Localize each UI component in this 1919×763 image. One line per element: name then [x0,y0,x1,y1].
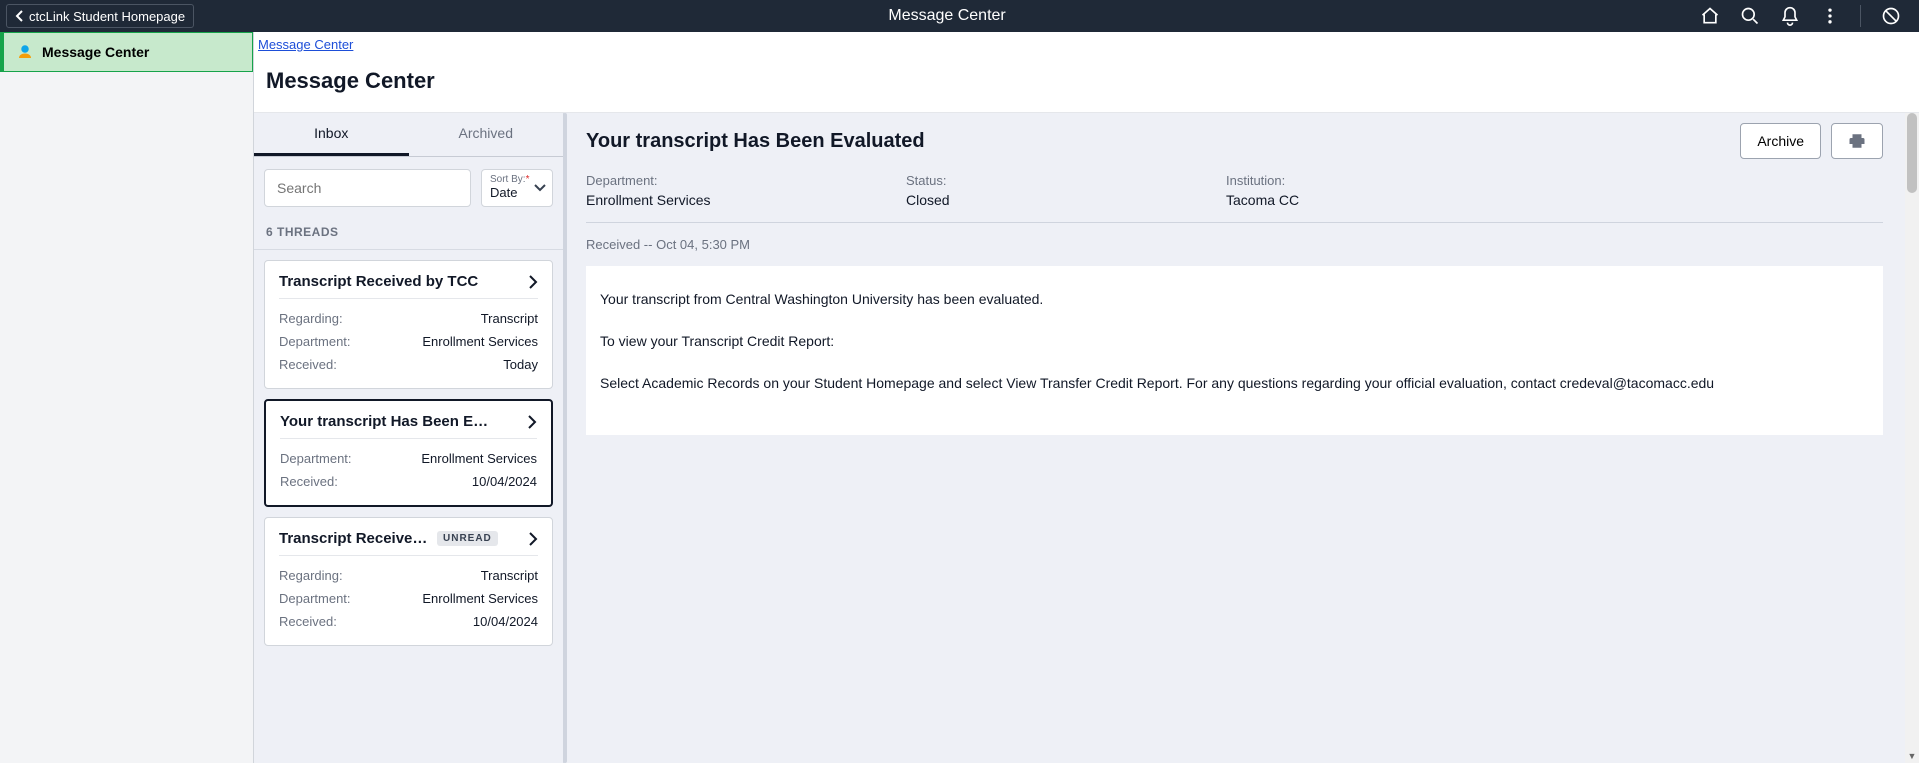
thread-department-value: Enrollment Services [421,451,537,466]
nav-item-message-center[interactable]: Message Center [0,32,253,72]
thread-card[interactable]: Transcript Received by TCC Regarding: Tra… [264,260,553,389]
bell-icon[interactable] [1780,6,1800,26]
archive-button[interactable]: Archive [1740,123,1821,159]
thread-regarding-value: Transcript [481,568,538,583]
thread-department-value: Enrollment Services [422,591,538,606]
threads-list: Transcript Received by TCC Regarding:Tra… [254,250,563,656]
thread-department-value: Enrollment Services [422,334,538,349]
breadcrumb-link[interactable]: Message Center [258,37,353,52]
unread-badge: UNREAD [437,531,498,546]
left-nav: Message Center [0,32,254,763]
meta-status-label: Status: [906,173,1166,188]
tab-inbox[interactable]: Inbox [254,113,409,156]
thread-card[interactable]: Your transcript Has Been Evalua... Depar… [264,399,553,507]
thread-received-value: Today [503,357,538,372]
home-icon[interactable] [1700,6,1720,26]
threads-count: 6 THREADS [254,219,563,250]
detail-panel: Your transcript Has Been Evaluated Archi… [564,113,1905,763]
topbar-separator [1860,5,1861,27]
thread-department-label: Department: [280,451,352,466]
scrollbar[interactable]: ▲ ▼ [1905,113,1919,763]
list-tabs: Inbox Archived [254,113,563,157]
thread-card[interactable]: Transcript Received by ... UNREAD Regard… [264,517,553,646]
nav-item-label: Message Center [42,44,149,60]
message-paragraph: Your transcript from Central Washington … [600,288,1869,312]
thread-regarding-value: Transcript [481,311,538,326]
chevron-right-icon [528,532,538,546]
back-button-label: ctcLink Student Homepage [29,9,185,24]
detail-meta: Department: Enrollment Services Status: … [586,159,1883,223]
meta-status-value: Closed [906,192,1166,208]
thread-title: Transcript Received by ... [279,530,429,547]
chevron-right-icon [527,415,537,429]
search-icon[interactable] [1740,6,1760,26]
meta-department-label: Department: [586,173,846,188]
meta-institution-label: Institution: [1226,173,1486,188]
required-asterisk: * [526,174,530,185]
back-button[interactable]: ctcLink Student Homepage [6,4,194,28]
app-body: Message Center Message Center Message Ce… [0,32,1919,763]
breadcrumb: Message Center [254,32,1919,54]
chevron-right-icon [528,275,538,289]
print-icon [1848,132,1866,150]
search-input[interactable] [264,169,471,207]
topbar: ctcLink Student Homepage Message Center [0,0,1919,32]
print-button[interactable] [1831,123,1883,159]
more-vert-icon[interactable] [1820,6,1840,26]
block-icon[interactable] [1881,6,1901,26]
topbar-actions [1700,5,1919,27]
search-row: Sort By:* Date [254,157,563,219]
thread-department-label: Department: [279,591,351,606]
workarea: Inbox Archived Sort By:* Date 6 THREADS [254,112,1919,763]
detail-received: Received -- Oct 04, 5:30 PM [586,223,1883,266]
thread-received-label: Received: [280,474,338,489]
archive-button-label: Archive [1757,133,1804,149]
thread-received-value: 10/04/2024 [472,474,537,489]
page-header-title: Message Center [194,7,1700,25]
message-paragraph: To view your Transcript Credit Report: [600,330,1869,354]
page-title: Message Center [254,54,1919,112]
thread-received-label: Received: [279,357,337,372]
thread-received-value: 10/04/2024 [473,614,538,629]
sort-dropdown[interactable]: Sort By:* Date [481,169,553,207]
scroll-down-icon[interactable]: ▼ [1905,749,1919,763]
thread-regarding-label: Regarding: [279,311,343,326]
sort-label: Sort By: [490,174,526,185]
meta-institution-value: Tacoma CC [1226,192,1486,208]
thread-regarding-label: Regarding: [279,568,343,583]
detail-actions: Archive [1740,123,1883,159]
message-paragraph: Select Academic Records on your Student … [600,372,1869,396]
message-body: Your transcript from Central Washington … [586,266,1883,435]
list-panel: Inbox Archived Sort By:* Date 6 THREADS [254,113,564,763]
chevron-down-icon [534,184,546,192]
message-center-icon [16,43,34,61]
thread-department-label: Department: [279,334,351,349]
chevron-left-icon [15,10,23,22]
thread-title: Transcript Received by TCC [279,273,478,290]
meta-department-value: Enrollment Services [586,192,846,208]
thread-received-label: Received: [279,614,337,629]
scrollbar-thumb[interactable] [1907,113,1917,193]
main-column: Message Center Message Center Inbox Arch… [254,32,1919,763]
thread-title: Your transcript Has Been Evalua... [280,413,490,430]
detail-title: Your transcript Has Been Evaluated [586,130,925,153]
tab-archived[interactable]: Archived [409,113,564,156]
